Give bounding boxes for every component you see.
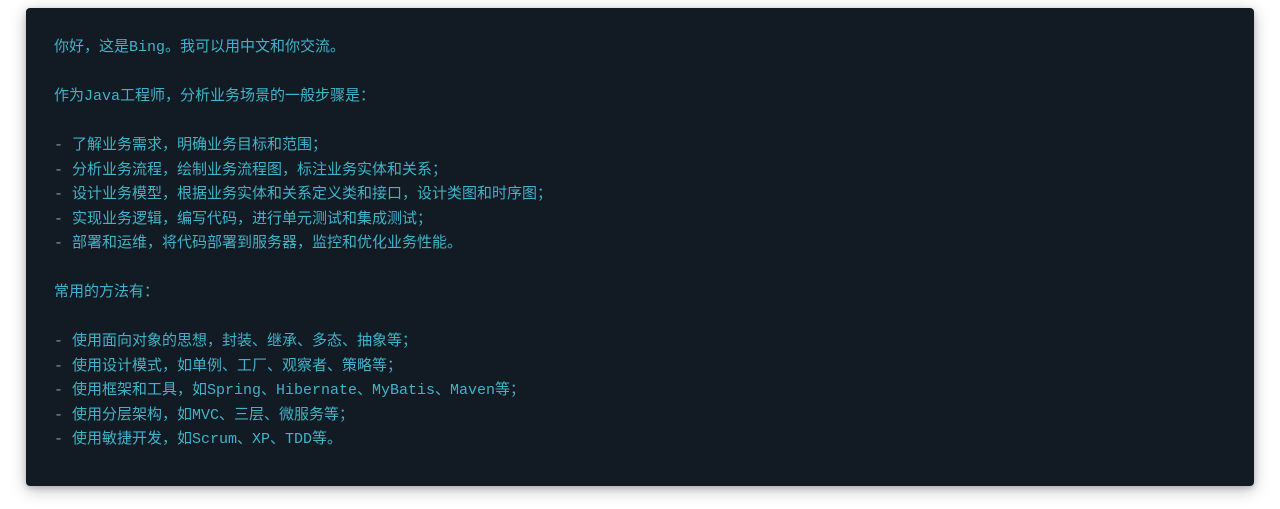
- step-text: 部署和运维，将代码部署到服务器，监控和优化业务性能。: [72, 235, 462, 252]
- step-item: - 部署和运维，将代码部署到服务器，监控和优化业务性能。: [54, 232, 1226, 257]
- blank-line: [54, 257, 1226, 282]
- bullet-dash: -: [54, 407, 72, 424]
- step-item: - 了解业务需求，明确业务目标和范围；: [54, 134, 1226, 159]
- step-item: - 设计业务模型，根据业务实体和关系定义类和接口，设计类图和时序图；: [54, 183, 1226, 208]
- bullet-dash: -: [54, 431, 72, 448]
- bullet-dash: -: [54, 137, 72, 154]
- blank-line: [54, 110, 1226, 135]
- method-text: 使用面向对象的思想，封装、继承、多态、抽象等；: [72, 333, 417, 350]
- step-text: 分析业务流程，绘制业务流程图，标注业务实体和关系；: [72, 162, 447, 179]
- bullet-dash: -: [54, 186, 72, 203]
- bullet-dash: -: [54, 333, 72, 350]
- blank-line: [54, 306, 1226, 331]
- step-text: 设计业务模型，根据业务实体和关系定义类和接口，设计类图和时序图；: [72, 186, 552, 203]
- bullet-dash: -: [54, 211, 72, 228]
- blank-line: [54, 61, 1226, 86]
- step-item: - 实现业务逻辑，编写代码，进行单元测试和集成测试；: [54, 208, 1226, 233]
- method-text: 使用敏捷开发，如Scrum、XP、TDD等。: [72, 431, 342, 448]
- method-text: 使用分层架构，如MVC、三层、微服务等；: [72, 407, 354, 424]
- method-text: 使用设计模式，如单例、工厂、观察者、策略等；: [72, 358, 402, 375]
- greeting-line: 你好，这是Bing。我可以用中文和你交流。: [54, 36, 1226, 61]
- method-item: - 使用分层架构，如MVC、三层、微服务等；: [54, 404, 1226, 429]
- method-item: - 使用框架和工具，如Spring、Hibernate、MyBatis、Mave…: [54, 379, 1226, 404]
- step-text: 了解业务需求，明确业务目标和范围；: [72, 137, 327, 154]
- method-item: - 使用敏捷开发，如Scrum、XP、TDD等。: [54, 428, 1226, 453]
- method-item: - 使用设计模式，如单例、工厂、观察者、策略等；: [54, 355, 1226, 380]
- method-text: 使用框架和工具，如Spring、Hibernate、MyBatis、Maven等…: [72, 382, 525, 399]
- bullet-dash: -: [54, 358, 72, 375]
- bullet-dash: -: [54, 235, 72, 252]
- methods-intro-line: 常用的方法有：: [54, 281, 1226, 306]
- bullet-dash: -: [54, 162, 72, 179]
- code-block: 你好，这是Bing。我可以用中文和你交流。 作为Java工程师，分析业务场景的一…: [26, 8, 1254, 486]
- intro-line: 作为Java工程师，分析业务场景的一般步骤是：: [54, 85, 1226, 110]
- step-item: - 分析业务流程，绘制业务流程图，标注业务实体和关系；: [54, 159, 1226, 184]
- method-item: - 使用面向对象的思想，封装、继承、多态、抽象等；: [54, 330, 1226, 355]
- step-text: 实现业务逻辑，编写代码，进行单元测试和集成测试；: [72, 211, 432, 228]
- bullet-dash: -: [54, 382, 72, 399]
